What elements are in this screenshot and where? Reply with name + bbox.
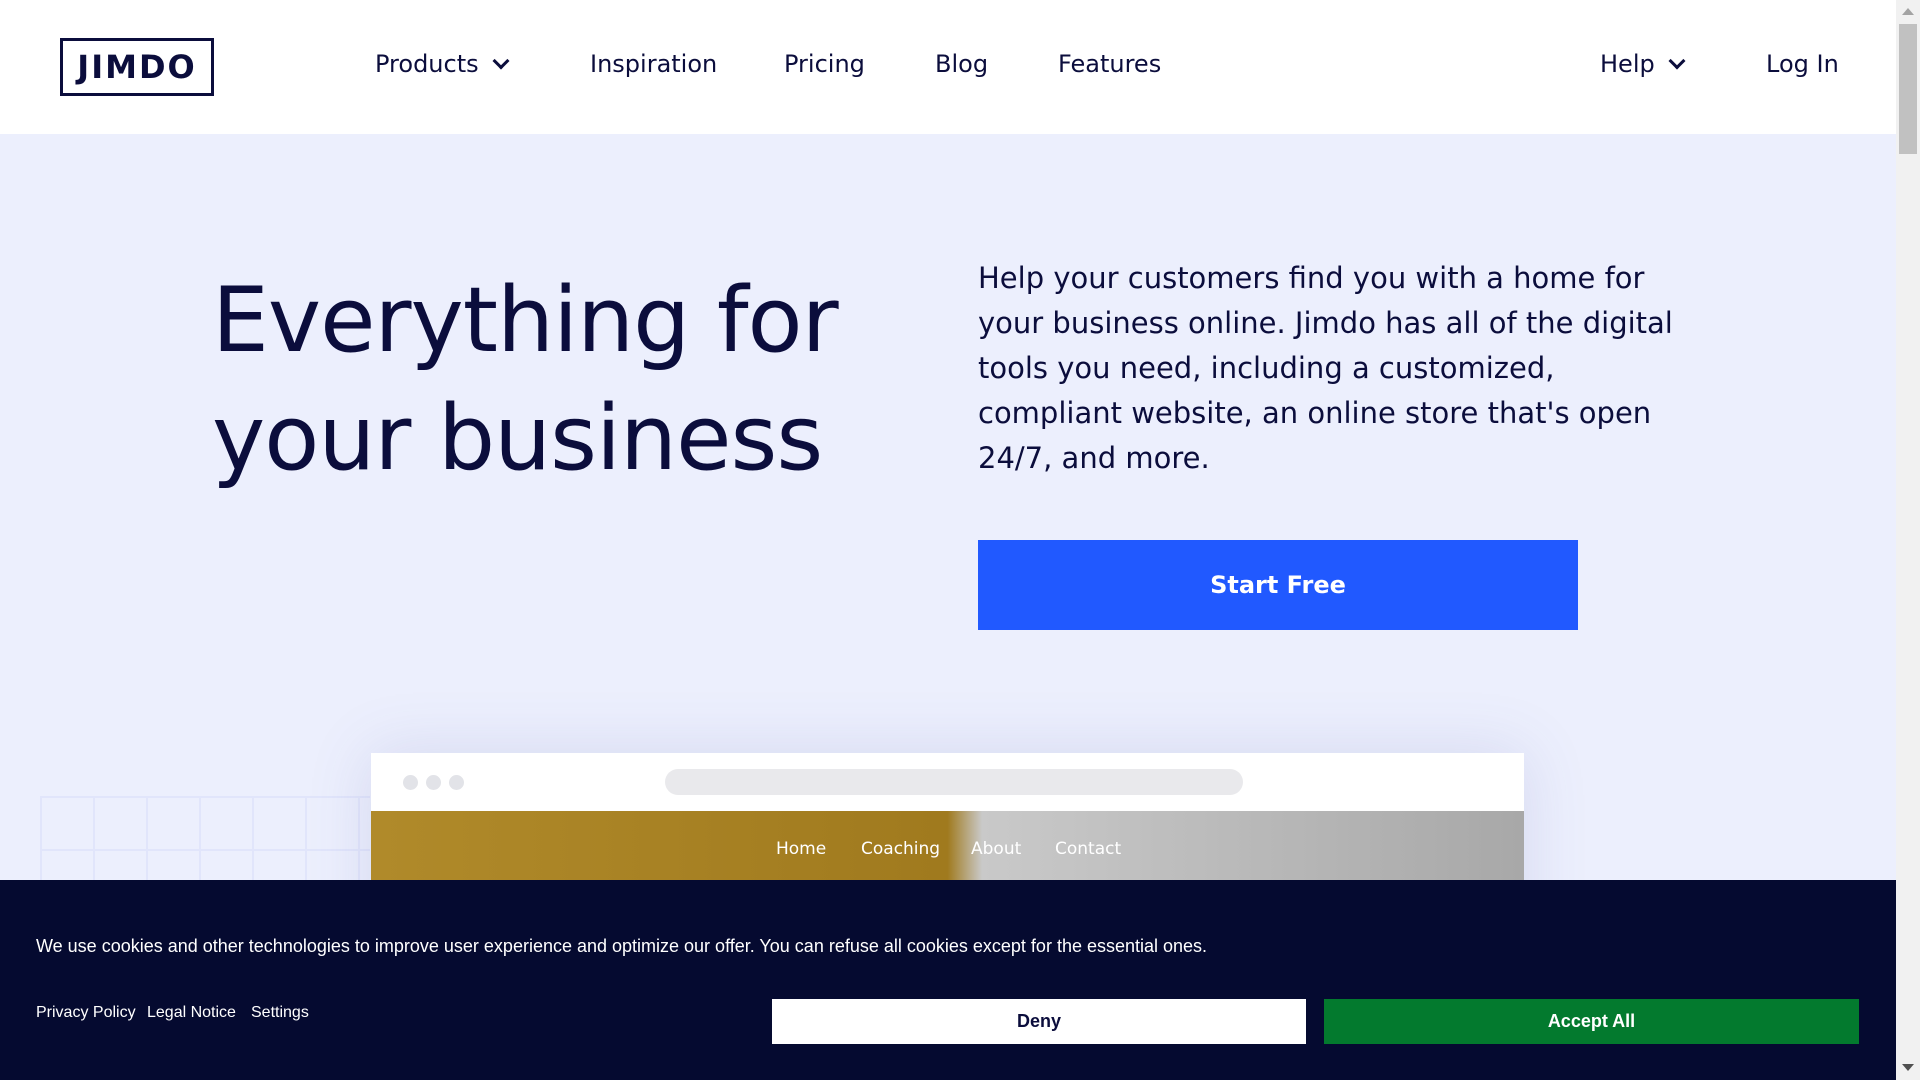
cookie-banner: We use cookies and other technologies to… — [0, 880, 1896, 1080]
site-header: JIMDO Products Inspiration Pricing Blog … — [0, 0, 1896, 134]
mockup-browser-bar — [371, 753, 1524, 811]
nav-login[interactable]: Log In — [1766, 50, 1839, 78]
accept-all-button[interactable]: Accept All — [1324, 999, 1859, 1044]
hero-title-line1: Everything for — [212, 268, 839, 373]
nav-inspiration-label: Inspiration — [590, 50, 718, 78]
scroll-down-arrow-icon[interactable] — [1902, 1064, 1914, 1071]
nav-products[interactable]: Products — [375, 50, 510, 78]
page-scrollbar[interactable] — [1896, 0, 1920, 1080]
nav-blog-label: Blog — [935, 50, 989, 78]
mockup-nav-coaching: Coaching — [861, 839, 941, 859]
scrollbar-thumb[interactable] — [1899, 24, 1917, 154]
hero-title: Everything for your business — [212, 262, 912, 498]
mockup-nav-about: About — [971, 839, 1022, 859]
jimdo-logo[interactable]: JIMDO — [60, 38, 214, 96]
start-free-button[interactable]: Start Free — [978, 540, 1578, 630]
nav-blog[interactable]: Blog — [935, 50, 988, 78]
nav-help-label: Help — [1600, 50, 1655, 78]
nav-products-label: Products — [375, 50, 479, 78]
privacy-policy-link[interactable]: Privacy Policy — [36, 1004, 136, 1022]
window-dot-icon — [426, 775, 441, 790]
scroll-up-arrow-icon[interactable] — [1902, 8, 1914, 15]
chevron-down-icon — [1668, 52, 1686, 70]
cookie-settings-link[interactable]: Settings — [251, 1004, 309, 1022]
deny-button[interactable]: Deny — [772, 999, 1306, 1044]
nav-features[interactable]: Features — [1058, 50, 1161, 78]
mockup-nav-contact: Contact — [1055, 839, 1122, 859]
legal-notice-link[interactable]: Legal Notice — [147, 1004, 236, 1022]
nav-inspiration[interactable]: Inspiration — [590, 50, 717, 78]
window-dot-icon — [449, 775, 464, 790]
window-dot-icon — [403, 775, 418, 790]
mockup-url-bar — [665, 769, 1243, 795]
nav-pricing-label: Pricing — [784, 50, 865, 78]
chevron-down-icon — [492, 52, 510, 70]
nav-features-label: Features — [1058, 50, 1162, 78]
hero-title-line2: your business — [212, 386, 823, 491]
hero-description: Help your customers find you with a home… — [978, 261, 1673, 475]
mockup-nav-home: Home — [776, 839, 827, 859]
nav-pricing[interactable]: Pricing — [784, 50, 865, 78]
cookie-message: We use cookies and other technologies to… — [36, 936, 1208, 956]
nav-help[interactable]: Help — [1600, 50, 1686, 78]
nav-login-label: Log In — [1766, 50, 1839, 78]
